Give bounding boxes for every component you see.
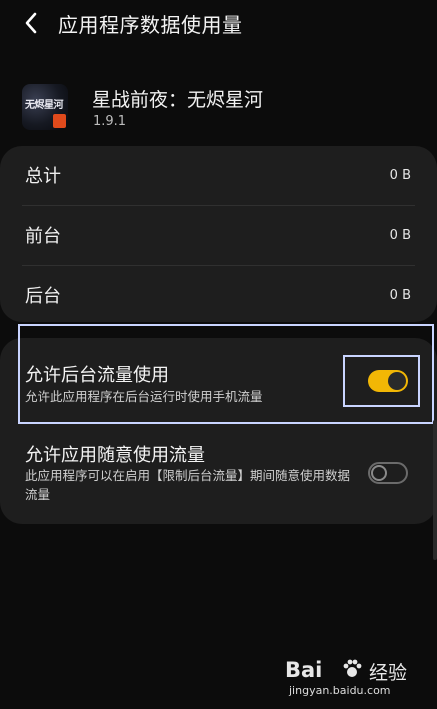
unrestricted-data-toggle[interactable] [368, 462, 408, 484]
watermark-brand-suffix: 经验 [369, 662, 408, 684]
usage-label: 总计 [25, 166, 61, 187]
app-info: 无烬星河 星战前夜：无烬星河 1.9.1 [0, 78, 437, 138]
option-title: 允许后台流量使用 [25, 365, 169, 386]
baidu-jingyan-watermark: Bai 经验 jingyan.baidu.com [285, 652, 415, 702]
watermark-brand: Bai [285, 658, 323, 682]
option-description: 允许此应用程序在后台运行时使用手机流量 [25, 389, 263, 404]
watermark-url: jingyan.baidu.com [289, 684, 391, 697]
usage-label: 前台 [25, 226, 61, 247]
usage-value: 0 B [389, 168, 411, 183]
paw-icon [343, 659, 362, 677]
app-header: 应用程序数据使用量 [0, 0, 437, 48]
usage-row-foreground: 前台 0 B [0, 206, 437, 264]
background-data-toggle[interactable] [368, 370, 408, 392]
toggle-knob [371, 465, 387, 481]
option-description: 此应用程序可以在启用【限制后台流量】期间随意使用数据流量 [25, 468, 351, 502]
app-icon-badge [53, 114, 66, 128]
usage-card: 总计 0 B 前台 0 B 后台 0 B [0, 146, 437, 322]
usage-row-background: 后台 0 B [0, 266, 437, 324]
usage-value: 0 B [389, 288, 411, 303]
app-name: 星战前夜：无烬星河 [92, 89, 264, 111]
app-icon-text: 无烬星河 [25, 100, 64, 111]
usage-value: 0 B [389, 228, 411, 243]
eve-echoes-app-icon: 无烬星河 [22, 84, 68, 130]
toggle-knob [388, 372, 406, 390]
chevron-left-icon[interactable] [20, 10, 44, 36]
option-title: 允许应用随意使用流量 [25, 445, 205, 466]
usage-label: 后台 [25, 286, 61, 307]
options-card: 允许后台流量使用 允许此应用程序在后台运行时使用手机流量 允许应用随意使用流量 … [0, 338, 437, 524]
app-version: 1.9.1 [93, 114, 127, 129]
page-title: 应用程序数据使用量 [58, 13, 243, 37]
usage-row-total: 总计 0 B [0, 146, 437, 204]
screen-edge [433, 420, 437, 560]
